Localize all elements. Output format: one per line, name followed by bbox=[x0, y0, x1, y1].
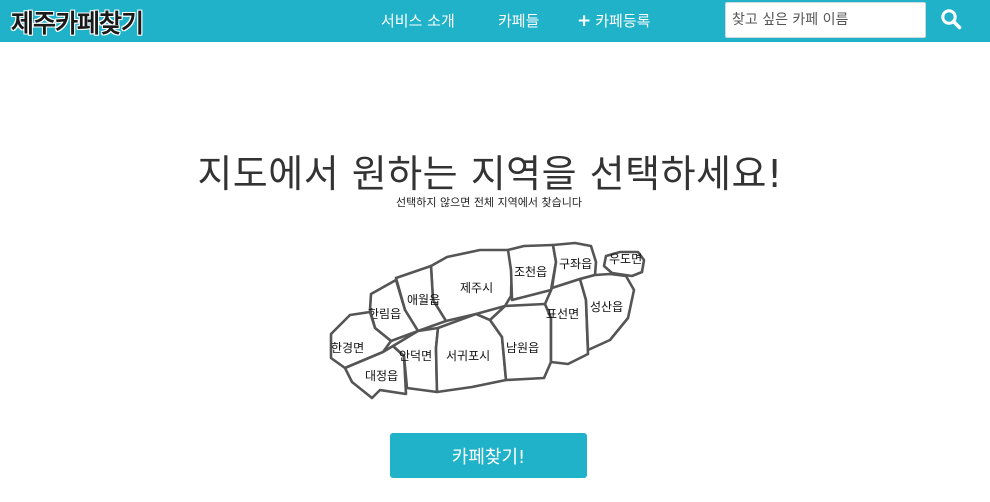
page-title: 지도에서 원하는 지역을 선택하세요! bbox=[197, 152, 783, 196]
region-seongsan[interactable]: 성산읍 bbox=[578, 272, 636, 352]
nav-register-link[interactable]: + 카페등록 bbox=[577, 10, 650, 31]
nav-about-link[interactable]: 서비스 소개 bbox=[381, 10, 455, 31]
search-input[interactable] bbox=[725, 2, 926, 38]
region-pyoseon[interactable]: 표선면 bbox=[543, 277, 590, 366]
brand-logo[interactable]: 제주카페찾기 bbox=[11, 4, 144, 40]
page-subtitle: 선택하지 않으면 전체 지역에서 찾습니다 bbox=[395, 196, 583, 209]
jeju-region-map: 제주시 조천읍 구좌읍 우도면 애월읍 한림읍 한경면 대정읍 안덕면 서귀포시… bbox=[329, 241, 646, 400]
plus-icon: + bbox=[577, 11, 592, 31]
search-icon bbox=[941, 8, 962, 29]
search-button[interactable] bbox=[930, 2, 972, 38]
navbar: 제주카페찾기 서비스 소개 카페들 + 카페등록 bbox=[0, 0, 990, 42]
region-jocheon[interactable]: 조천읍 bbox=[506, 243, 558, 302]
region-udo[interactable]: 우도면 bbox=[602, 250, 646, 278]
nav-register-label: 카페등록 bbox=[595, 12, 651, 30]
nav-cafes-link[interactable]: 카페들 bbox=[498, 10, 539, 31]
find-cafe-button[interactable]: 카페찾기! bbox=[390, 433, 587, 478]
